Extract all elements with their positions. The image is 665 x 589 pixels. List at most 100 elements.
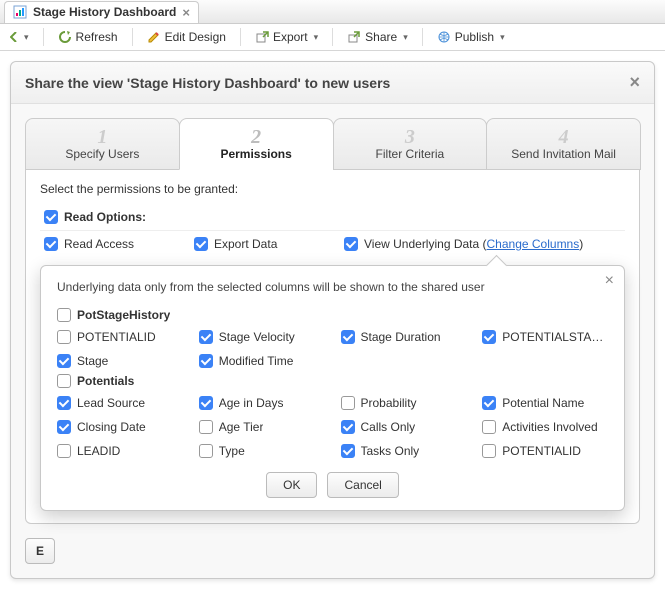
cancel-button[interactable]: Cancel (327, 472, 398, 498)
column-item: Tasks Only (341, 444, 467, 458)
column-item: Age Tier (199, 420, 325, 434)
tab-permissions[interactable]: 2 Permissions (179, 118, 334, 170)
step-number: 3 (338, 127, 483, 147)
change-columns-link[interactable]: Change Columns (487, 237, 580, 251)
column-checkbox[interactable] (199, 330, 213, 344)
column-checkbox[interactable] (199, 396, 213, 410)
step-label: Specify Users (65, 147, 139, 161)
column-checkbox[interactable] (341, 396, 355, 410)
read-subrow: Read Access Export Data View Underlying … (40, 230, 625, 257)
read-options-label: Read Options: (64, 210, 146, 224)
column-section-header: Potentials (57, 374, 608, 388)
column-checkbox[interactable] (57, 444, 71, 458)
permissions-instruction: Select the permissions to be granted: (40, 182, 625, 196)
export-button[interactable]: Export ▾ (251, 28, 322, 46)
refresh-label: Refresh (76, 30, 118, 44)
wizard-tabs: 1 Specify Users 2 Permissions 3 Filter C… (11, 104, 654, 170)
refresh-button[interactable]: Refresh (54, 28, 122, 46)
column-checkbox[interactable] (57, 330, 71, 344)
share-button[interactable]: Share ▾ (343, 28, 412, 46)
share-label: Share (365, 30, 397, 44)
column-item: Lead Source (57, 396, 183, 410)
column-checkbox[interactable] (482, 396, 496, 410)
section-title: PotStageHistory (77, 308, 170, 322)
toolbar-prev[interactable]: ▾ (6, 30, 33, 45)
read-access-checkbox[interactable] (44, 237, 58, 251)
column-label: POTENTIALSTAG… (502, 330, 608, 344)
doc-tab-strip: Stage History Dashboard × (0, 0, 665, 24)
step-label: Send Invitation Mail (511, 147, 616, 161)
tab-specify-users[interactable]: 1 Specify Users (25, 118, 180, 170)
export-label: Export (273, 30, 308, 44)
close-icon[interactable]: × (629, 72, 640, 93)
section-checkbox[interactable] (57, 308, 71, 322)
refresh-icon (58, 30, 72, 44)
footer-button-stub[interactable]: E (25, 538, 55, 564)
export-data-checkbox[interactable] (194, 237, 208, 251)
step-label: Permissions (220, 147, 291, 161)
column-checkbox[interactable] (482, 330, 496, 344)
dialog-header: Share the view 'Stage History Dashboard'… (11, 62, 654, 104)
publish-icon (437, 30, 451, 44)
column-item: Type (199, 444, 325, 458)
column-label: Stage (77, 354, 108, 368)
column-checkbox[interactable] (57, 354, 71, 368)
column-checkbox[interactable] (199, 420, 213, 434)
read-access-label: Read Access (64, 237, 134, 251)
column-item: POTENTIALID (57, 330, 183, 344)
column-label: POTENTIALID (77, 330, 156, 344)
column-checkbox[interactable] (199, 444, 213, 458)
read-options-row: Read Options: (40, 204, 625, 230)
change-columns-popover: × Underlying data only from the selected… (40, 265, 625, 511)
step-number: 4 (491, 127, 636, 147)
column-item: POTENTIALSTAG… (482, 330, 608, 344)
section-title: Potentials (77, 374, 134, 388)
column-checkbox[interactable] (57, 420, 71, 434)
column-item: Activities Involved (482, 420, 608, 434)
column-checkbox[interactable] (482, 444, 496, 458)
column-item: Stage (57, 354, 183, 368)
step-label: Filter Criteria (376, 147, 445, 161)
column-checkbox[interactable] (341, 420, 355, 434)
column-item: Modified Time (199, 354, 325, 368)
tab-send-invitation[interactable]: 4 Send Invitation Mail (486, 118, 641, 170)
doc-tab[interactable]: Stage History Dashboard × (4, 1, 199, 23)
export-data-label: Export Data (214, 237, 277, 251)
publish-button[interactable]: Publish ▾ (433, 28, 509, 46)
column-item: Closing Date (57, 420, 183, 434)
column-item: Stage Velocity (199, 330, 325, 344)
column-label: Age Tier (219, 420, 264, 434)
column-checkbox[interactable] (341, 330, 355, 344)
tab-filter-criteria[interactable]: 3 Filter Criteria (333, 118, 488, 170)
step-number: 2 (184, 127, 329, 147)
read-options-checkbox[interactable] (44, 210, 58, 224)
close-icon[interactable]: × (605, 272, 614, 290)
column-label: Potential Name (502, 396, 584, 410)
share-icon (347, 30, 361, 44)
toolbar: ▾ Refresh Edit Design Export ▾ Share ▾ P… (0, 24, 665, 51)
doc-tab-title: Stage History Dashboard (33, 5, 176, 19)
column-checkbox[interactable] (57, 396, 71, 410)
popover-message: Underlying data only from the selected c… (57, 280, 608, 294)
column-label: Lead Source (77, 396, 145, 410)
column-checkbox[interactable] (341, 444, 355, 458)
column-item: Age in Days (199, 396, 325, 410)
column-item: Calls Only (341, 420, 467, 434)
pencil-icon (147, 30, 161, 44)
column-label: Type (219, 444, 245, 458)
share-dialog: Share the view 'Stage History Dashboard'… (10, 61, 655, 579)
view-underlying-label: View Underlying Data (Change Columns) (364, 237, 583, 251)
edit-design-label: Edit Design (165, 30, 226, 44)
view-underlying-checkbox[interactable] (344, 237, 358, 251)
column-label: Activities Involved (502, 420, 597, 434)
ok-button[interactable]: OK (266, 472, 317, 498)
column-item: Potential Name (482, 396, 608, 410)
column-checkbox[interactable] (199, 354, 213, 368)
edit-design-button[interactable]: Edit Design (143, 28, 230, 46)
column-label: POTENTIALID (502, 444, 581, 458)
close-icon[interactable]: × (182, 5, 190, 20)
column-checkbox[interactable] (482, 420, 496, 434)
column-label: Probability (361, 396, 417, 410)
section-checkbox[interactable] (57, 374, 71, 388)
column-label: Age in Days (219, 396, 284, 410)
